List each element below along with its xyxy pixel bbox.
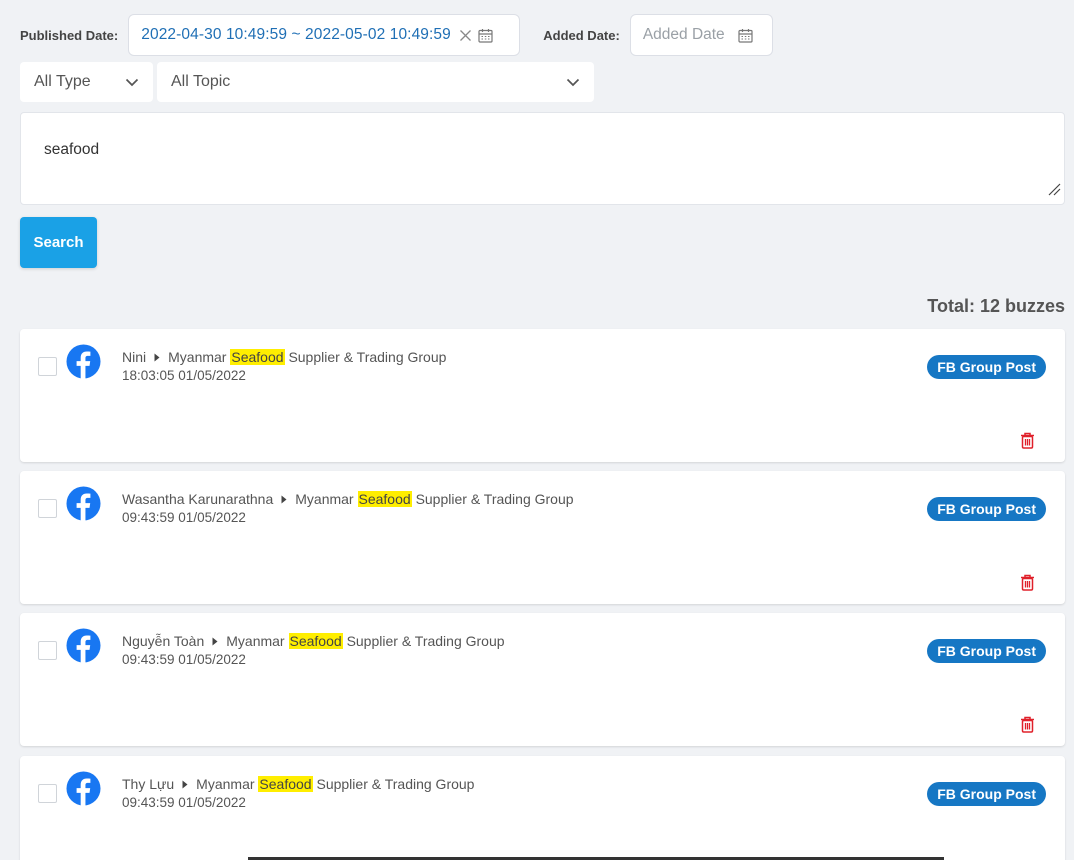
group-name-part: Supplier & Trading Group (288, 349, 447, 365)
facebook-icon (66, 628, 101, 663)
added-date-label: Added Date: (543, 27, 620, 43)
post-timestamp: 18:03:05 01/05/2022 (122, 368, 246, 383)
published-date-range-picker[interactable]: 2022-04-30 10:49:59 ~ 2022-05-02 10:49:5… (128, 14, 521, 56)
post-group[interactable]: Myanmar Seafood Supplier & Trading Group (168, 349, 446, 365)
post-author[interactable]: Thy Lựu (122, 776, 174, 792)
post-group[interactable]: Myanmar Seafood Supplier & Trading Group (226, 633, 505, 649)
trash-icon[interactable] (1020, 432, 1035, 454)
post-author[interactable]: Wasantha Karunarathna (122, 491, 273, 507)
clear-icon[interactable] (459, 29, 472, 42)
post-checkbox[interactable] (38, 499, 57, 518)
post-headline: Thy Lựu Myanmar Seafood Supplier & Tradi… (122, 776, 474, 792)
post-card[interactable]: Wasantha Karunarathna Myanmar Seafood Su… (20, 471, 1065, 604)
post-type-badge: FB Group Post (927, 497, 1046, 521)
published-date-value: 2022-04-30 10:49:59 ~ 2022-05-02 10:49:5… (141, 26, 451, 43)
group-name-part: Supplier & Trading Group (316, 776, 475, 792)
post-checkbox[interactable] (38, 641, 57, 660)
keyword-highlight: Seafood (288, 633, 343, 649)
filters-row: Published Date: 2022-04-30 10:49:59 ~ 20… (20, 14, 773, 56)
facebook-icon (66, 486, 101, 521)
select-row: All Type All Topic (20, 62, 594, 102)
caret-right-icon (154, 353, 160, 362)
facebook-icon (66, 344, 101, 379)
keyword-highlight: Seafood (357, 491, 412, 507)
post-checkbox[interactable] (38, 784, 57, 803)
post-card[interactable]: Thy Lựu Myanmar Seafood Supplier & Tradi… (20, 756, 1065, 860)
post-headline: Nguyễn Toàn Myanmar Seafood Supplier & T… (122, 633, 505, 649)
trash-icon[interactable] (1020, 574, 1035, 596)
total-count: Total: 12 buzzes (927, 296, 1065, 316)
post-checkbox[interactable] (38, 357, 57, 376)
post-timestamp: 09:43:59 01/05/2022 (122, 795, 246, 810)
post-group[interactable]: Myanmar Seafood Supplier & Trading Group (196, 776, 474, 792)
post-author[interactable]: Nguyễn Toàn (122, 633, 204, 649)
caret-right-icon (182, 780, 188, 789)
chevron-down-icon (566, 78, 580, 87)
type-select-value: All Type (34, 73, 91, 90)
group-name-part: Myanmar (196, 776, 255, 792)
post-type-badge: FB Group Post (927, 355, 1046, 379)
post-timestamp: 09:43:59 01/05/2022 (122, 652, 246, 667)
post-type-badge: FB Group Post (927, 639, 1046, 663)
facebook-icon (66, 771, 101, 806)
keyword-highlight: Seafood (258, 776, 313, 792)
group-name-part: Myanmar (295, 491, 354, 507)
caret-right-icon (212, 637, 218, 646)
published-date-label: Published Date: (20, 27, 119, 43)
type-select[interactable]: All Type (20, 62, 153, 102)
post-author[interactable]: Nini (122, 349, 146, 365)
post-timestamp: 09:43:59 01/05/2022 (122, 510, 246, 525)
topic-select-value: All Topic (171, 73, 231, 90)
resize-handle-icon[interactable] (1047, 182, 1061, 201)
query-textarea[interactable]: seafood (20, 112, 1065, 205)
topic-select[interactable]: All Topic (157, 62, 594, 102)
post-headline: Nini Myanmar Seafood Supplier & Trading … (122, 349, 446, 365)
post-card[interactable]: Nguyễn Toàn Myanmar Seafood Supplier & T… (20, 613, 1065, 746)
caret-right-icon (281, 495, 287, 504)
added-date-placeholder: Added Date (642, 26, 725, 43)
query-text: seafood (44, 141, 100, 158)
calendar-icon[interactable] (738, 28, 753, 43)
post-group[interactable]: Myanmar Seafood Supplier & Trading Group (295, 491, 574, 507)
added-date-picker[interactable]: Added Date (629, 14, 773, 56)
search-button[interactable]: Search (20, 217, 97, 268)
group-name-part: Supplier & Trading Group (415, 491, 574, 507)
trash-icon[interactable] (1020, 716, 1035, 738)
post-type-badge: FB Group Post (927, 782, 1046, 806)
chevron-down-icon (125, 78, 139, 87)
post-headline: Wasantha Karunarathna Myanmar Seafood Su… (122, 491, 574, 507)
keyword-highlight: Seafood (230, 349, 285, 365)
calendar-icon[interactable] (478, 28, 493, 43)
group-name-part: Supplier & Trading Group (346, 633, 505, 649)
group-name-part: Myanmar (168, 349, 227, 365)
group-name-part: Myanmar (226, 633, 285, 649)
post-card[interactable]: Nini Myanmar Seafood Supplier & Trading … (20, 329, 1065, 462)
